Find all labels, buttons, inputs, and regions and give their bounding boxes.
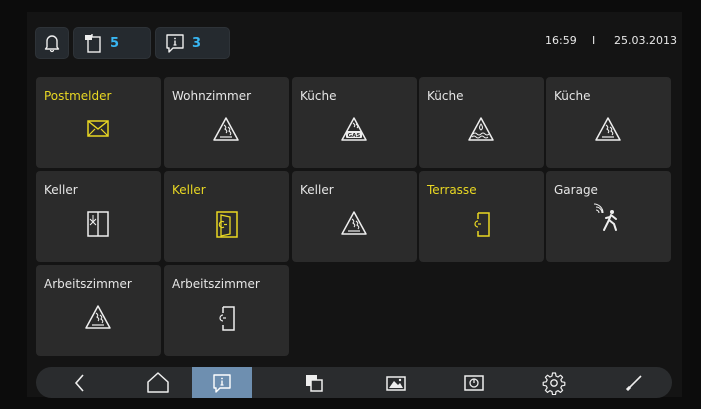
tile-wohnzimmer[interactable]: Wohnzimmer [164,77,289,168]
tile-kueche-gas[interactable]: Küche GAS [292,77,417,168]
message-stack-icon [85,34,101,53]
tile-label: Keller [44,183,78,197]
date: 25.03.2013 [614,34,677,47]
time-date-separator: I [592,34,596,47]
gas-alarm-icon: GAS [341,117,367,141]
tile-label: Terrasse [427,183,477,197]
door-contact-icon [219,306,235,331]
bottom-nav [36,367,672,398]
home-icon [147,371,169,393]
notices-button[interactable]: 3 [155,27,230,59]
tile-label: Küche [427,89,464,103]
time: 16:59 [545,34,577,47]
tile-terrasse[interactable]: Terrasse [419,171,544,262]
smoke-alarm-icon [85,305,111,329]
window-open-icon [87,211,109,237]
tile-label: Arbeitszimmer [172,277,260,291]
tile-arbeitszimmer-smoke[interactable]: Arbeitszimmer [36,265,161,356]
smoke-alarm-icon [595,117,621,141]
motion-detector-icon [593,203,617,231]
nav-home[interactable] [128,367,188,398]
smoke-alarm-icon [213,117,239,141]
mail-icon [87,120,109,137]
svg-text:GAS: GAS [348,133,361,139]
tile-garage[interactable]: Garage [546,171,671,262]
message-icon [213,373,231,393]
tile-label: Keller [300,183,334,197]
nav-power[interactable] [444,367,504,398]
messages-count: 5 [110,35,120,51]
tile-label: Arbeitszimmer [44,277,132,291]
tile-keller-window[interactable]: Keller [36,171,161,262]
nav-clean[interactable] [604,367,664,398]
messages-button[interactable]: 5 [73,27,151,59]
tile-kueche-smoke[interactable]: Küche [546,77,671,168]
notices-count: 3 [192,35,202,51]
nav-messages[interactable] [192,367,252,398]
tile-label: Garage [554,183,598,197]
tile-postmelder[interactable]: Postmelder [36,77,161,168]
tile-keller-door[interactable]: Keller [164,171,289,262]
tile-keller-smoke[interactable]: Keller [292,171,417,262]
settings-icon [542,371,566,395]
tile-label: Keller [172,183,206,197]
bell-button[interactable] [35,27,69,59]
smoke-alarm-icon [341,211,367,235]
tile-label: Küche [300,89,337,103]
camera-icon [386,375,406,391]
clean-icon [625,374,642,391]
bell-icon [44,35,60,53]
tile-arbeitszimmer-door[interactable]: Arbeitszimmer [164,265,289,356]
nav-settings[interactable] [524,367,584,398]
nav-windows[interactable] [284,367,344,398]
door-contact-icon [216,211,238,238]
windows-icon [306,374,323,392]
back-icon [74,373,84,392]
door-contact-icon [474,212,490,237]
tile-label: Wohnzimmer [172,89,252,103]
nav-back[interactable] [50,367,110,398]
water-alarm-icon [468,117,494,141]
info-bubble-icon [166,34,184,53]
tile-label: Küche [554,89,591,103]
tile-kueche-water[interactable]: Küche [419,77,544,168]
power-icon [464,374,484,391]
tile-label: Postmelder [44,89,112,103]
nav-camera[interactable] [366,367,426,398]
